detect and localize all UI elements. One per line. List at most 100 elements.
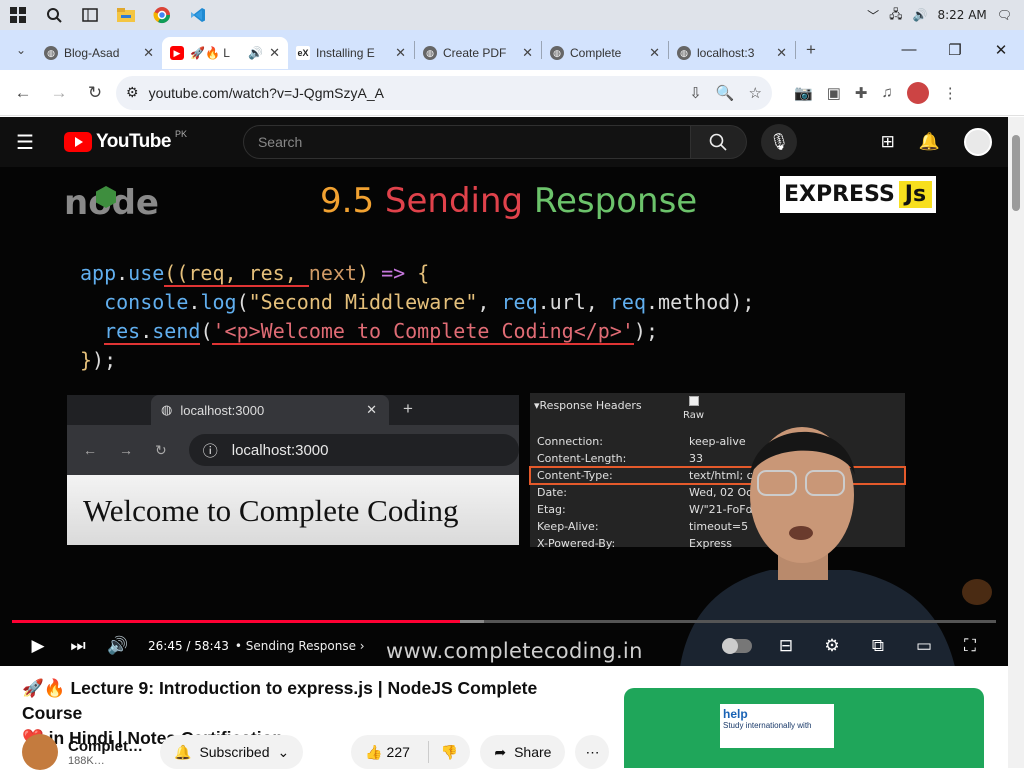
devtools-section-title: ▾Response Headers [534, 399, 642, 412]
like-button[interactable]: 👍 227 [365, 744, 410, 761]
tab-youtube[interactable]: ▶ 🚀🔥 L 🔊 ✕ [162, 37, 288, 69]
channel-avatar[interactable] [22, 734, 58, 770]
search-input[interactable]: Search [242, 125, 691, 159]
sidebar-ad[interactable]: help Study internationally with [624, 688, 984, 768]
settings-gear-icon[interactable]: ⚙ [812, 631, 852, 661]
chapter-title[interactable]: • Sending Response › [235, 639, 365, 653]
ad-tagline: Study internationally with [723, 721, 812, 730]
more-actions-button[interactable]: ⋯ [575, 735, 610, 769]
miniplayer-icon[interactable]: ⧉ [858, 631, 898, 661]
close-icon: ✕ [366, 402, 377, 417]
vscode-icon[interactable] [180, 0, 216, 30]
globe-icon: ◍ [677, 46, 691, 60]
channel-row: Complet… ✔ 188K… 🔔 Subscribed ⌄ 👍 227 👎 … [22, 734, 622, 770]
plus-icon: + [403, 399, 413, 418]
profile-avatar[interactable] [906, 81, 929, 104]
close-tab-icon[interactable]: ✕ [269, 45, 280, 61]
notifications-bell-icon[interactable]: 🔔 [919, 132, 940, 152]
presenter-webcam [680, 427, 955, 666]
globe-icon: ◍ [161, 402, 173, 417]
tab-localhost[interactable]: ◍ localhost:3 ✕ [669, 37, 795, 69]
fullscreen-icon[interactable]: ⛶ [950, 631, 990, 661]
install-app-icon[interactable]: ⇩ [689, 84, 702, 102]
back-icon[interactable]: ← [8, 78, 38, 108]
volume-icon[interactable]: 🔊 [912, 8, 927, 22]
close-tab-icon[interactable]: ✕ [522, 45, 533, 61]
share-button[interactable]: ➦ Share [480, 735, 566, 769]
progress-bar[interactable] [12, 620, 996, 623]
audio-playing-icon[interactable]: 🔊 [248, 46, 263, 60]
search-icon[interactable] [36, 0, 72, 30]
tab-complete[interactable]: ◍ Complete ✕ [542, 37, 668, 69]
tab-blog[interactable]: ◍ Blog-Asad ✕ [36, 37, 162, 69]
tab-search-icon[interactable]: ⌄ [6, 35, 36, 65]
chrome-icon[interactable] [144, 0, 180, 30]
url-text[interactable]: youtube.com/watch?v=J-QgmSzyA_A [149, 85, 680, 101]
reload-icon[interactable]: ↻ [80, 78, 110, 108]
hamburger-menu-icon[interactable]: ☰ [16, 130, 50, 155]
video-player[interactable]: node 9.5 Sending Response EXPRESS Js app… [0, 167, 1008, 666]
demo-browser-screenshot: ◍ localhost:3000 ✕ + ← → ↻ ⓘ localhost:3… [67, 395, 519, 545]
play-icon[interactable]: ▶ [18, 631, 58, 661]
share-arrow-icon: ➦ [494, 743, 507, 760]
camera-icon[interactable]: 📷 [794, 84, 813, 102]
info-icon: ⓘ [202, 442, 218, 460]
media-control-icon[interactable]: ♫ [881, 84, 892, 101]
theater-mode-icon[interactable]: ▭ [904, 631, 944, 661]
site-info-icon[interactable]: ⚙ [126, 84, 139, 101]
zoom-icon[interactable]: 🔍 [716, 84, 735, 102]
scrollbar-thumb[interactable] [1012, 135, 1020, 211]
address-bar[interactable]: ⚙ youtube.com/watch?v=J-QgmSzyA_A ⇩ 🔍 ☆ [116, 75, 772, 110]
window-controls: — ❐ ✕ [886, 41, 1024, 59]
like-dislike-group: 👍 227 👎 [351, 735, 471, 769]
search-button[interactable] [690, 125, 747, 159]
voice-search-mic-icon[interactable]: 🎙 [760, 124, 797, 160]
subtitles-icon[interactable]: ⊟ [766, 631, 806, 661]
volume-icon[interactable]: 🔊 [98, 631, 138, 661]
channel-name[interactable]: Complet… ✔ [68, 738, 148, 755]
youtube-wordmark: YouTube [96, 131, 171, 152]
search-icon [710, 133, 728, 151]
next-video-icon[interactable]: ⏭ [58, 631, 98, 661]
close-tab-icon[interactable]: ✕ [395, 45, 406, 61]
account-avatar[interactable] [964, 128, 992, 156]
network-icon[interactable]: 🖧 [889, 5, 902, 26]
chevron-down-icon: ⌄ [277, 743, 290, 760]
autoplay-toggle[interactable] [722, 638, 752, 654]
player-controls: ▶ ⏭ 🔊 26:45 / 58:43 • Sending Response ›… [0, 630, 1008, 662]
globe-icon: ◍ [423, 46, 437, 60]
dislike-button[interactable]: 👎 [441, 744, 470, 761]
chevron-up-icon[interactable]: ﹀ [867, 7, 879, 24]
task-view-icon[interactable] [72, 0, 108, 30]
express-text: EXPRESS [784, 182, 895, 207]
bookmark-star-icon[interactable]: ☆ [749, 84, 762, 102]
page-scrollbar[interactable] [1008, 117, 1024, 768]
close-tab-icon[interactable]: ✕ [649, 45, 660, 61]
notifications-icon[interactable]: 🗨 [997, 8, 1012, 22]
close-window-icon[interactable]: ✕ [978, 41, 1024, 59]
new-tab-icon[interactable]: + [796, 35, 826, 65]
minimize-icon[interactable]: — [886, 41, 932, 59]
close-tab-icon[interactable]: ✕ [776, 45, 787, 61]
tab-title: localhost:3 [697, 46, 755, 60]
tab-installing[interactable]: eX Installing E ✕ [288, 37, 414, 69]
extensions-puzzle-icon[interactable]: ✚ [855, 84, 868, 102]
restore-icon[interactable]: ❐ [932, 41, 978, 59]
omnibox-actions: ⇩ 🔍 ☆ [689, 84, 762, 102]
demo-url: localhost:3000 [231, 441, 329, 459]
forward-icon[interactable]: → [44, 78, 74, 108]
picture-in-picture-icon[interactable]: ▣ [827, 84, 841, 102]
close-tab-icon[interactable]: ✕ [143, 45, 154, 61]
youtube-logo[interactable]: YouTube PK [64, 129, 187, 153]
subscribed-button[interactable]: 🔔 Subscribed ⌄ [160, 735, 304, 769]
windows-start-icon[interactable] [0, 0, 36, 30]
slide-title-number: 9.5 [320, 181, 375, 221]
clock[interactable]: 8:22 AM [937, 8, 986, 22]
globe-icon: ◍ [550, 46, 564, 60]
create-video-icon[interactable]: ⊞ [881, 132, 895, 152]
expressjs-logo: EXPRESS Js [780, 176, 936, 213]
tab-create-pdf[interactable]: ◍ Create PDF ✕ [415, 37, 541, 69]
chrome-menu-icon[interactable]: ⋮ [943, 84, 958, 102]
tab-title: Installing E [316, 46, 375, 60]
file-explorer-icon[interactable] [108, 0, 144, 30]
